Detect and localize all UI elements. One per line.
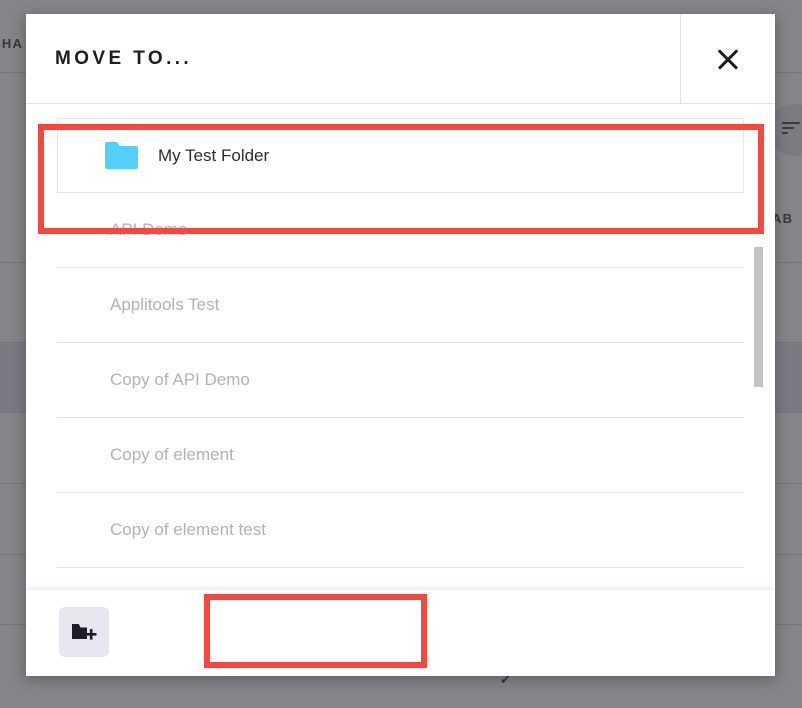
my-test-folder-row[interactable]: My Test Folder: [57, 118, 744, 193]
folder-row[interactable]: Copy of element: [57, 418, 744, 493]
folder-name: Copy of element: [110, 445, 234, 464]
folder-list[interactable]: My Test Folder API Demo Applitools Test Cop…: [57, 118, 744, 590]
folder-list-scrollbar[interactable]: [754, 118, 763, 590]
folder-row[interactable]: Copy of API Demo: [57, 343, 744, 418]
dialog-title: MOVE TO...: [55, 47, 193, 69]
folder-name: My Test Folder: [158, 145, 270, 165]
folder-row[interactable]: Copy of element test: [57, 493, 744, 568]
close-button[interactable]: [680, 14, 775, 103]
folder-name: API Demo: [110, 220, 188, 239]
folder-row[interactable]: API Demo: [57, 193, 744, 268]
dialog-header: MOVE TO...: [26, 14, 775, 104]
scrollbar-thumb[interactable]: [754, 247, 763, 387]
dialog-footer: SELECT CANCEL: [26, 590, 775, 676]
folder-list-container: My Test Folder API Demo Applitools Test Cop…: [26, 104, 775, 590]
folder-name: Copy of element test: [110, 520, 266, 539]
folder-name: Applitools Test: [110, 295, 220, 314]
folder-row[interactable]: Applitools Test: [57, 268, 744, 343]
close-icon: [715, 46, 741, 72]
move-to-dialog: MOVE TO... My Test Folder API Demo Applito…: [26, 14, 775, 676]
new-folder-icon: [72, 624, 97, 640]
new-folder-button[interactable]: [59, 607, 109, 657]
folder-icon: [105, 142, 138, 169]
folder-name: Copy of API Demo: [110, 370, 250, 389]
